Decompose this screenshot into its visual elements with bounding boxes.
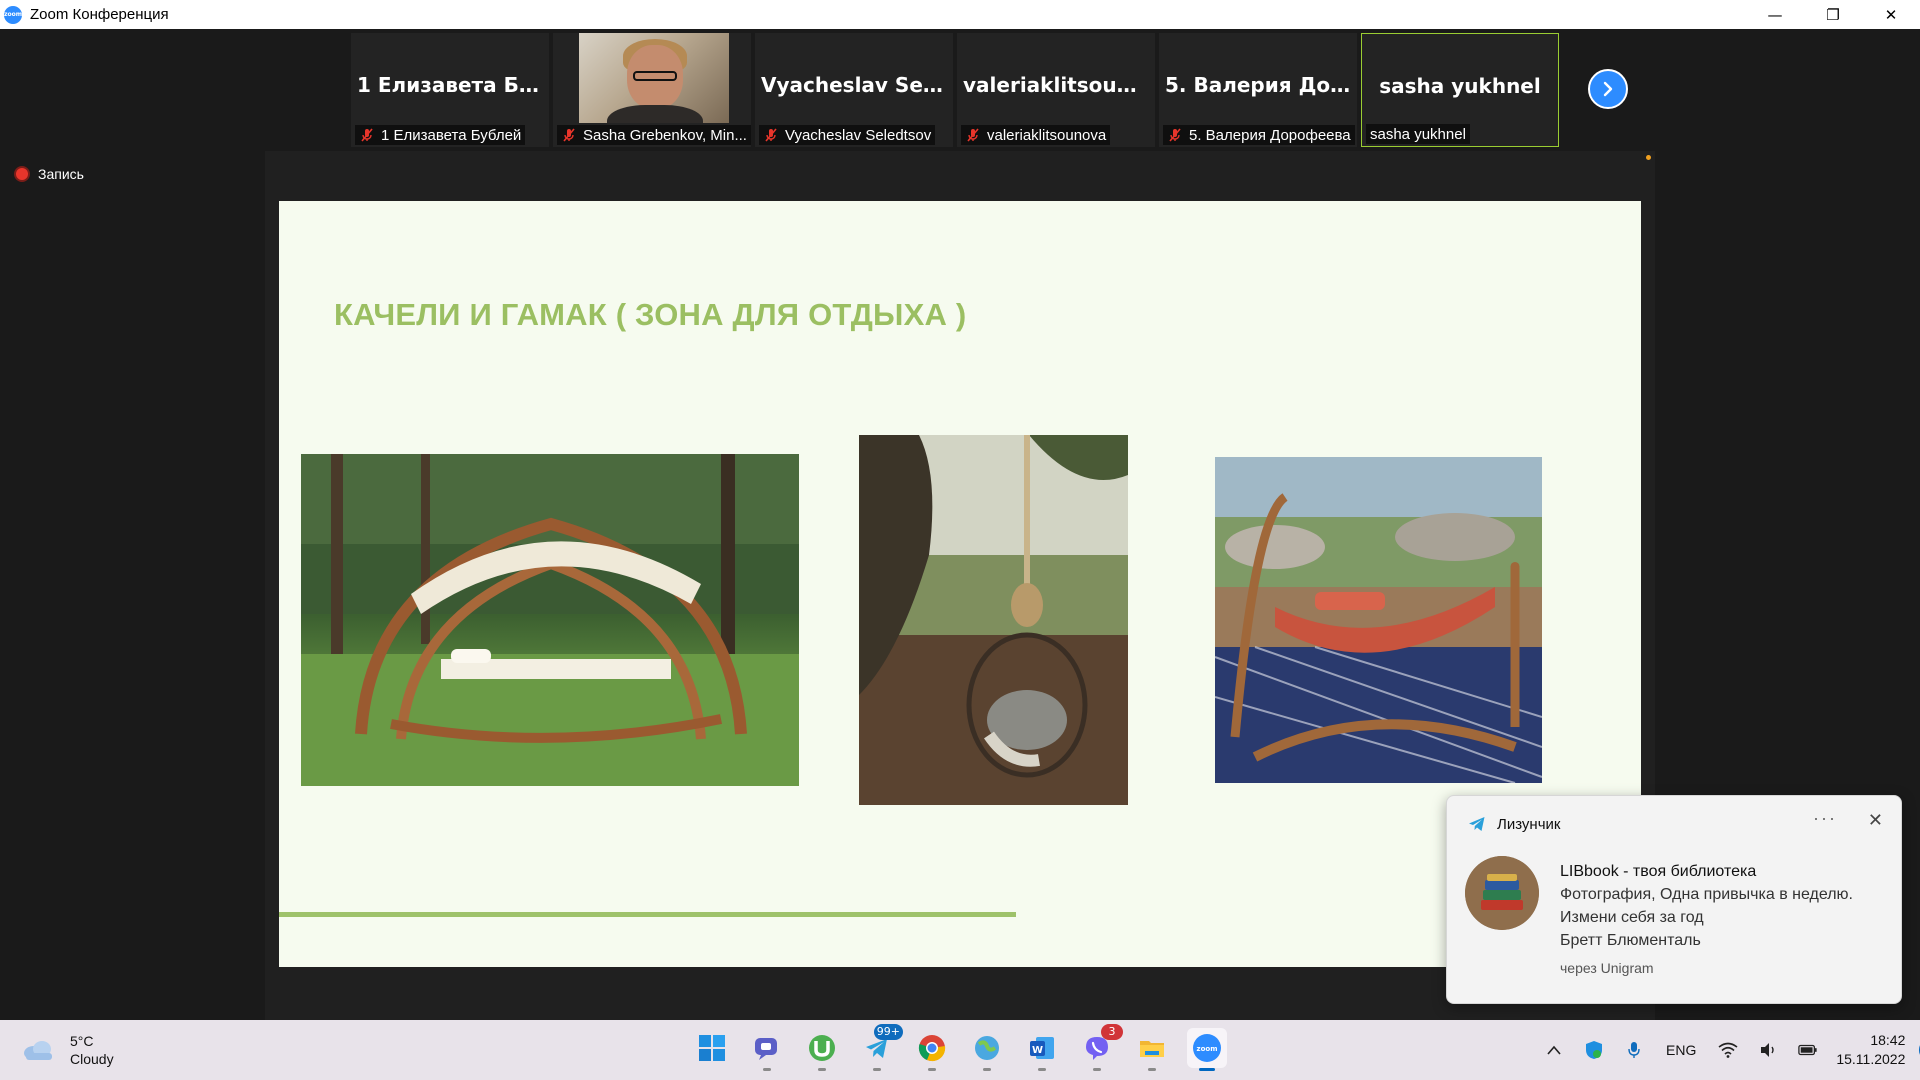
viber-badge: 3 bbox=[1101, 1024, 1123, 1040]
participant-tile-active[interactable]: sasha yukhnel sasha yukhnel bbox=[1361, 33, 1559, 147]
participant-label: Vyacheslav Seledtsov bbox=[759, 125, 936, 145]
zoom-app[interactable]: zoom bbox=[1187, 1028, 1227, 1071]
slide-divider-line bbox=[279, 912, 1016, 917]
zoom-icon: zoom bbox=[1193, 1034, 1221, 1062]
mic-muted-icon bbox=[359, 127, 375, 143]
recording-dot-icon bbox=[16, 168, 28, 180]
weather-condition: Cloudy bbox=[70, 1051, 114, 1067]
word-icon: W bbox=[1030, 1037, 1054, 1059]
security-shield-icon[interactable] bbox=[1584, 1040, 1604, 1060]
folder-icon bbox=[1140, 1041, 1164, 1057]
teams-chat-app[interactable] bbox=[747, 1028, 787, 1071]
participant-label-text: 1 Елизавета Бублей bbox=[381, 126, 522, 144]
swing-bed-photo bbox=[301, 454, 799, 786]
svg-text:W: W bbox=[1032, 1045, 1043, 1056]
recording-indicator[interactable]: Запись bbox=[16, 166, 84, 182]
utorrent-app[interactable] bbox=[802, 1028, 842, 1071]
svg-text:zoom: zoom bbox=[1197, 1045, 1218, 1053]
participant-tile[interactable]: Sasha Grebenkov, Min... bbox=[553, 33, 751, 147]
microphone-icon[interactable] bbox=[1624, 1040, 1644, 1060]
volume-icon[interactable] bbox=[1758, 1040, 1778, 1060]
participant-label-text: 5. Валерия Дорофеева bbox=[1189, 126, 1351, 144]
telegram-icon bbox=[1469, 817, 1485, 831]
clock-time: 18:42 bbox=[1870, 1032, 1906, 1048]
restore-button[interactable]: ❐ bbox=[1804, 0, 1862, 29]
participant-label-text: sasha yukhnel bbox=[1370, 125, 1466, 143]
participant-label: sasha yukhnel bbox=[1366, 124, 1470, 144]
utorrent-icon bbox=[809, 1035, 835, 1061]
participant-name: valeriaklitsouno... bbox=[963, 73, 1155, 97]
participant-name: Vyacheslav Sele... bbox=[761, 73, 953, 97]
chat-icon bbox=[755, 1038, 777, 1060]
share-status-dot bbox=[1646, 155, 1651, 160]
chrome-icon bbox=[918, 1035, 946, 1062]
mic-muted-icon bbox=[965, 127, 981, 143]
participant-video bbox=[579, 33, 729, 123]
next-participants-button[interactable] bbox=[1588, 69, 1628, 109]
windows-logo-icon bbox=[699, 1035, 725, 1061]
wifi-icon[interactable] bbox=[1718, 1040, 1738, 1060]
participant-name: 5. Валерия Дор... bbox=[1165, 73, 1357, 97]
battery-icon[interactable] bbox=[1798, 1040, 1818, 1060]
notification-line: Бретт Блюменталь bbox=[1560, 932, 1701, 949]
word-app[interactable]: W bbox=[1022, 1028, 1062, 1071]
system-tray: ENG 18:42 15.11.2022 26 bbox=[1534, 1020, 1920, 1080]
participant-label: 5. Валерия Дорофеева bbox=[1163, 125, 1355, 145]
chevron-up-icon[interactable] bbox=[1544, 1040, 1564, 1060]
viber-app[interactable]: 3 bbox=[1077, 1024, 1123, 1071]
telegram-app[interactable]: 99+ bbox=[857, 1024, 903, 1071]
windows-taskbar: 5°C Cloudy 99+ W 3 zoom ENG 18:42 15.11.… bbox=[0, 1020, 1920, 1080]
slide-title: КАЧЕЛИ И ГАМАК ( ЗОНА ДЛЯ ОТДЫХА ) bbox=[334, 297, 967, 332]
participant-name: 1 Елизавета Бу... bbox=[357, 73, 549, 97]
participant-label-text: Sasha Grebenkov, Min... bbox=[583, 126, 747, 144]
notification-line: Измени себя за год bbox=[1560, 909, 1704, 926]
notification-more-button[interactable]: ··· bbox=[1813, 808, 1837, 829]
taskbar-clock[interactable]: 18:42 15.11.2022 bbox=[1836, 1031, 1905, 1069]
participant-tile[interactable]: valeriaklitsouno... valeriaklitsounova bbox=[957, 33, 1155, 147]
minimize-button[interactable]: — bbox=[1746, 0, 1804, 29]
notification-title: LIBbook - твоя библиотека bbox=[1560, 863, 1757, 880]
notification-app-name: Лизунчик bbox=[1497, 815, 1561, 833]
participant-name: sasha yukhnel bbox=[1379, 74, 1541, 98]
weather-app[interactable] bbox=[967, 1028, 1007, 1071]
mic-muted-icon bbox=[763, 127, 779, 143]
egg-chair-photo bbox=[859, 435, 1128, 805]
participant-label: Sasha Grebenkov, Min... bbox=[557, 125, 751, 145]
weather-temperature: 5°C bbox=[70, 1033, 94, 1049]
book-avatar-icon bbox=[1465, 856, 1539, 930]
close-button[interactable]: ✕ bbox=[1862, 0, 1920, 29]
file-explorer-app[interactable] bbox=[1132, 1028, 1172, 1071]
notification-close-button[interactable]: ✕ bbox=[1868, 810, 1883, 831]
clock-date: 15.11.2022 bbox=[1836, 1051, 1906, 1067]
telegram-badge: 99+ bbox=[873, 1024, 903, 1040]
participant-tile[interactable]: 1 Елизавета Бу... 1 Елизавета Бублей bbox=[351, 33, 549, 147]
participant-label: valeriaklitsounova bbox=[961, 125, 1111, 145]
weather-widget[interactable]: 5°C Cloudy bbox=[22, 1032, 114, 1068]
presentation-slide: КАЧЕЛИ И ГАМАК ( ЗОНА ДЛЯ ОТДЫХА ) bbox=[279, 201, 1641, 967]
start-button[interactable] bbox=[692, 1028, 732, 1068]
participant-strip: 1 Елизавета Бу... 1 Елизавета Бублей Sas… bbox=[351, 33, 1559, 147]
participant-tile[interactable]: Vyacheslav Sele... Vyacheslav Seledtsov bbox=[755, 33, 953, 147]
zoom-app-icon: zoom bbox=[4, 5, 22, 24]
globe-icon bbox=[975, 1036, 999, 1060]
participant-label-text: Vyacheslav Seledtsov bbox=[785, 126, 932, 144]
notification-line: Фотография, Одна привычка в неделю. bbox=[1560, 886, 1853, 903]
mic-muted-icon bbox=[561, 127, 577, 143]
taskbar-apps: 99+ W 3 zoom bbox=[692, 1024, 1227, 1071]
recording-label: Запись bbox=[38, 166, 84, 182]
participant-label-text: valeriaklitsounova bbox=[987, 126, 1107, 144]
toast-notification[interactable]: Лизунчик ··· ✕ LIBbook - твоя библиотека… bbox=[1446, 795, 1902, 1004]
chevron-right-icon bbox=[1603, 81, 1613, 97]
cloud-icon bbox=[24, 1041, 52, 1060]
input-language[interactable]: ENG bbox=[1666, 1042, 1696, 1058]
participant-tile[interactable]: 5. Валерия Дор... 5. Валерия Дорофеева bbox=[1159, 33, 1357, 147]
chrome-app[interactable] bbox=[912, 1028, 952, 1071]
window-title-bar: zoom Zoom Конференция — ❐ ✕ bbox=[0, 0, 1920, 29]
participant-label: 1 Елизавета Бублей bbox=[355, 125, 526, 145]
notification-source: через Unigram bbox=[1560, 960, 1654, 976]
mic-muted-icon bbox=[1167, 127, 1183, 143]
hammock-photo bbox=[1215, 457, 1542, 783]
window-title: Zoom Конференция bbox=[30, 6, 169, 23]
